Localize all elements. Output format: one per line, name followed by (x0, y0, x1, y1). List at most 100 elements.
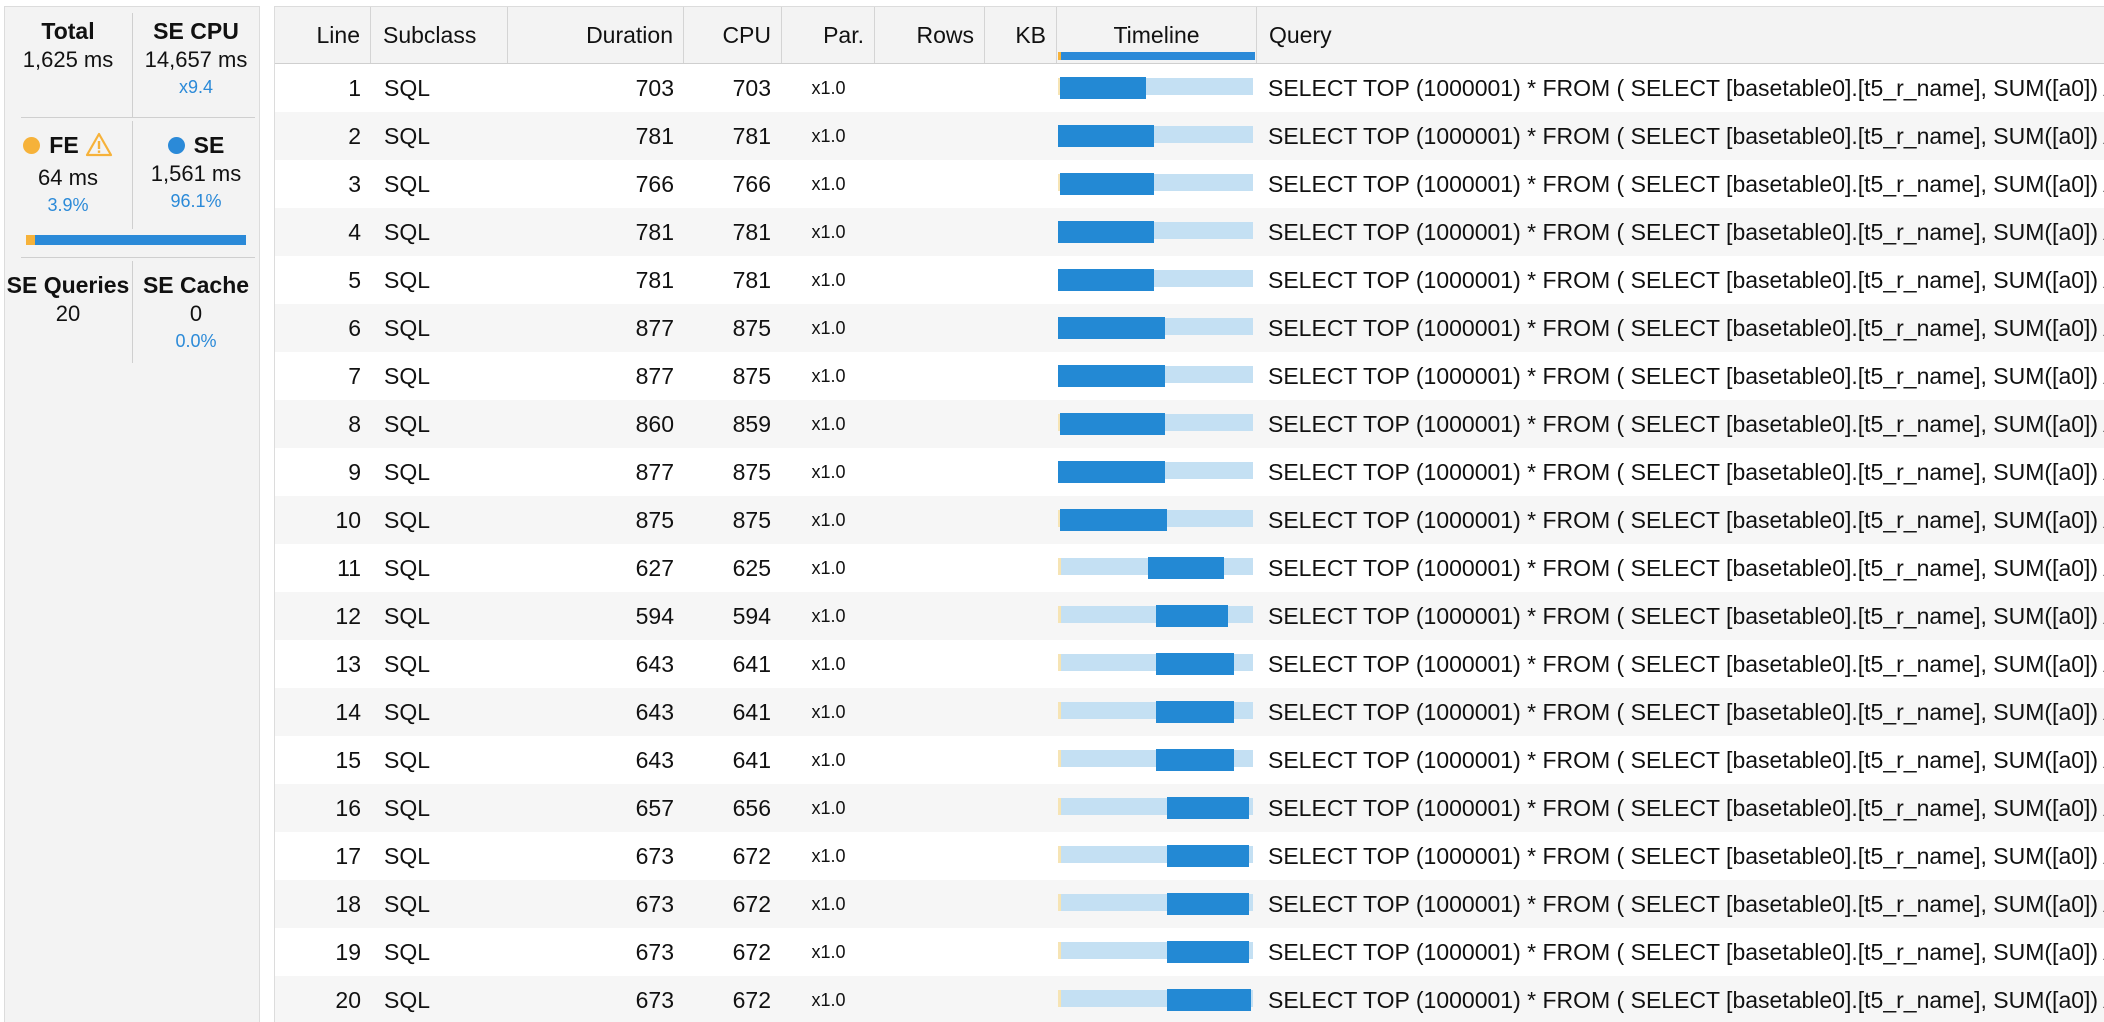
table-row[interactable]: 17 SQL 673 672 x1.0 SELECT TOP (1000001) * FR… (275, 832, 2104, 880)
line-cell: 12 (335, 603, 361, 629)
timeline-bar (1167, 989, 1252, 1011)
cpu-cell: 594 (732, 603, 771, 629)
warning-icon[interactable] (85, 132, 113, 163)
table-row[interactable]: 1 SQL 703 703 x1.0 SELECT TOP (1000001) * FRO… (275, 64, 2104, 112)
timeline-bar (1058, 461, 1166, 483)
subclass-cell: SQL (384, 411, 431, 437)
table-row[interactable]: 7 SQL 877 875 x1.0 SELECT TOP (1000001) * FRO… (275, 352, 2104, 400)
cpu-cell: 672 (732, 939, 771, 965)
se-queries-metric: SE Queries 20 (5, 271, 131, 329)
table-row[interactable]: 19 SQL 673 672 x1.0 SELECT TOP (1000001) * FR… (275, 928, 2104, 976)
table-row[interactable]: 9 SQL 877 875 x1.0 SELECT TOP (1000001) * FRO… (275, 448, 2104, 496)
subclass-cell: SQL (384, 699, 431, 725)
timeline-bar (1058, 365, 1166, 387)
cpu-cell: 859 (732, 411, 771, 437)
table-row[interactable]: 12 SQL 594 594 x1.0 SELECT TOP (1000001) * FR… (275, 592, 2104, 640)
cpu-cell: 672 (732, 891, 771, 917)
line-cell: 18 (335, 891, 361, 917)
cpu-cell: 875 (732, 459, 771, 485)
table-row[interactable]: 18 SQL 673 672 x1.0 SELECT TOP (1000001) * FR… (275, 880, 2104, 928)
query-cell: SELECT TOP (1000001) * FROM ( SELECT [ba… (1268, 171, 2104, 197)
table-row[interactable]: 10 SQL 875 875 x1.0 SELECT TOP (1000001) * FR… (275, 496, 2104, 544)
cpu-cell: 875 (732, 507, 771, 533)
timeline-bar (1058, 221, 1154, 243)
line-cell: 9 (348, 459, 361, 485)
query-cell: SELECT TOP (1000001) * FROM ( SELECT [ba… (1268, 267, 2104, 293)
parallelism-cell: x1.0 (811, 414, 846, 434)
col-header-duration[interactable]: Duration (508, 7, 684, 63)
table-row[interactable]: 8 SQL 860 859 x1.0 SELECT TOP (1000001) * FRO… (275, 400, 2104, 448)
query-cell: SELECT TOP (1000001) * FROM ( SELECT [ba… (1268, 411, 2104, 437)
duration-cell: 643 (635, 699, 674, 725)
query-cell: SELECT TOP (1000001) * FROM ( SELECT [ba… (1268, 123, 2104, 149)
fe-percent: 3.9% (47, 195, 89, 215)
fe-color-dot (23, 137, 41, 154)
table-row[interactable]: 6 SQL 877 875 x1.0 SELECT TOP (1000001) * FRO… (275, 304, 2104, 352)
cpu-cell: 672 (732, 987, 771, 1013)
table-row[interactable]: 16 SQL 657 656 x1.0 SELECT TOP (1000001) * FR… (275, 784, 2104, 832)
se-cpu-label: SE CPU (153, 18, 239, 44)
col-header-subclass[interactable]: Subclass (371, 7, 508, 63)
parallelism-cell: x1.0 (811, 510, 846, 530)
subclass-cell: SQL (384, 267, 431, 293)
timeline-bar (1058, 125, 1154, 147)
col-header-par[interactable]: Par. (782, 7, 875, 63)
timeline-bar (1059, 413, 1166, 435)
col-header-cpu[interactable]: CPU (684, 7, 782, 63)
table-row[interactable]: 5 SQL 781 781 x1.0 SELECT TOP (1000001) * FRO… (275, 256, 2104, 304)
duration-cell: 875 (635, 507, 674, 533)
parallelism-cell: x1.0 (811, 126, 846, 146)
se-cache-value: 0 (189, 301, 203, 326)
table-row[interactable]: 13 SQL 643 641 x1.0 SELECT TOP (1000001) * FR… (275, 640, 2104, 688)
line-cell: 10 (335, 507, 361, 533)
col-header-rows[interactable]: Rows (875, 7, 985, 63)
query-cell: SELECT TOP (1000001) * FROM ( SELECT [ba… (1268, 75, 2104, 101)
se-metric: SE 1,561 ms 96.1% (133, 131, 259, 213)
parallelism-cell: x1.0 (811, 894, 846, 914)
parallelism-cell: x1.0 (811, 750, 846, 770)
timeline-bar (1059, 173, 1154, 195)
table-row[interactable]: 15 SQL 643 641 x1.0 SELECT TOP (1000001) * FR… (275, 736, 2104, 784)
se-label: SE (193, 132, 225, 158)
cpu-cell: 781 (732, 219, 771, 245)
subclass-cell: SQL (384, 507, 431, 533)
fe-ratio-fill (26, 235, 35, 245)
table-row[interactable]: 11 SQL 627 625 x1.0 SELECT TOP (1000001) * FR… (275, 544, 2104, 592)
table-row[interactable]: 4 SQL 781 781 x1.0 SELECT TOP (1000001) * FRO… (275, 208, 2104, 256)
line-cell: 4 (348, 219, 361, 245)
query-cell: SELECT TOP (1000001) * FROM ( SELECT [ba… (1268, 699, 2104, 725)
table-row[interactable]: 3 SQL 766 766 x1.0 SELECT TOP (1000001) * FRO… (275, 160, 2104, 208)
timeline-fe-marker (1058, 942, 1061, 959)
query-cell: SELECT TOP (1000001) * FROM ( SELECT [ba… (1268, 651, 2104, 677)
parallelism-cell: x1.0 (811, 798, 846, 818)
line-cell: 14 (335, 699, 361, 725)
timeline-bar (1147, 557, 1224, 579)
table-row[interactable]: 2 SQL 781 781 x1.0 SELECT TOP (1000001) * FRO… (275, 112, 2104, 160)
total-label: Total (41, 18, 95, 44)
line-cell: 5 (348, 267, 361, 293)
duration-cell: 643 (635, 747, 674, 773)
se-cache-percent: 0.0% (175, 331, 217, 351)
parallelism-cell: x1.0 (811, 942, 846, 962)
table-row[interactable]: 14 SQL 643 641 x1.0 SELECT TOP (1000001) * FR… (275, 688, 2104, 736)
parallelism-cell: x1.0 (811, 654, 846, 674)
col-header-kb[interactable]: KB (985, 7, 1057, 63)
parallelism-cell: x1.0 (811, 366, 846, 386)
parallelism-cell: x1.0 (811, 222, 846, 242)
se-queries-value: 20 (55, 301, 81, 326)
subclass-cell: SQL (384, 171, 431, 197)
line-cell: 15 (335, 747, 361, 773)
summary-row-queries-cache: SE Queries 20 SE Cache 0 0.0% (5, 271, 261, 367)
col-header-query[interactable]: Query (1257, 7, 2104, 63)
cpu-cell: 641 (732, 651, 771, 677)
query-cell: SELECT TOP (1000001) * FROM ( SELECT [ba… (1268, 555, 2104, 581)
line-cell: 2 (348, 123, 361, 149)
duration-cell: 673 (635, 843, 674, 869)
timeline-fe-marker (1058, 654, 1061, 671)
duration-cell: 877 (635, 459, 674, 485)
summary-row-fe-se: FE 64 ms 3.9% SE 1,561 ms 96.1% (5, 131, 261, 227)
table-row[interactable]: 20 SQL 673 672 x1.0 SELECT TOP (1000001) * FR… (275, 976, 2104, 1022)
query-cell: SELECT TOP (1000001) * FROM ( SELECT [ba… (1268, 891, 2104, 917)
grid-header: Line Subclass Duration CPU Par. Rows KB … (275, 7, 2104, 64)
col-header-line[interactable]: Line (275, 7, 371, 63)
